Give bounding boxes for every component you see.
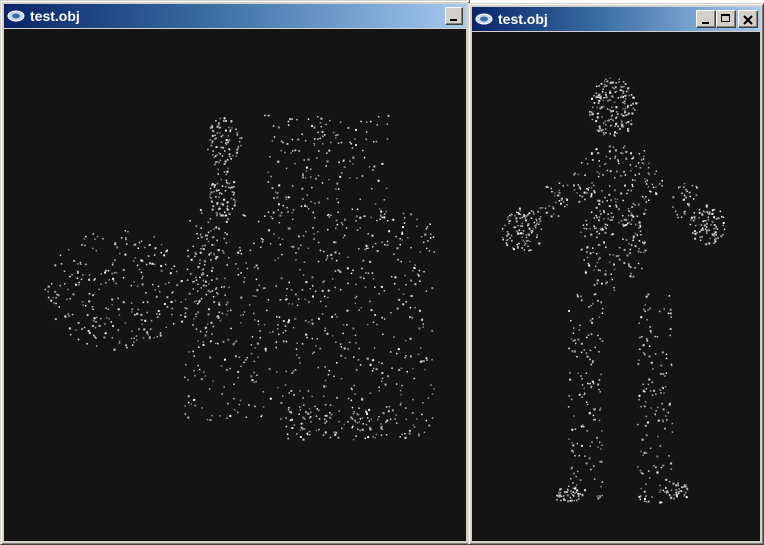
app-window-icon[interactable]: [475, 13, 493, 26]
minimize-button[interactable]: [445, 7, 463, 25]
minimize-icon: [702, 22, 709, 24]
window-left[interactable]: test.obj: [0, 0, 470, 545]
window-title: test.obj: [30, 8, 80, 24]
close-icon: [742, 13, 754, 31]
app-window-icon[interactable]: [7, 10, 25, 23]
point-cloud-scene: [44, 114, 435, 441]
render-viewport[interactable]: [4, 29, 466, 541]
close-button[interactable]: [738, 10, 758, 28]
point-cloud-scene: [501, 77, 726, 504]
maximize-icon: [721, 14, 730, 22]
maximize-button[interactable]: [716, 10, 736, 28]
minimize-icon: [450, 19, 457, 21]
minimize-button[interactable]: [696, 10, 716, 28]
title-bar[interactable]: test.obj: [472, 7, 760, 31]
window-right[interactable]: test.obj: [468, 3, 764, 545]
title-bar[interactable]: test.obj: [4, 4, 466, 28]
render-viewport[interactable]: [472, 32, 760, 541]
window-title: test.obj: [498, 11, 548, 27]
